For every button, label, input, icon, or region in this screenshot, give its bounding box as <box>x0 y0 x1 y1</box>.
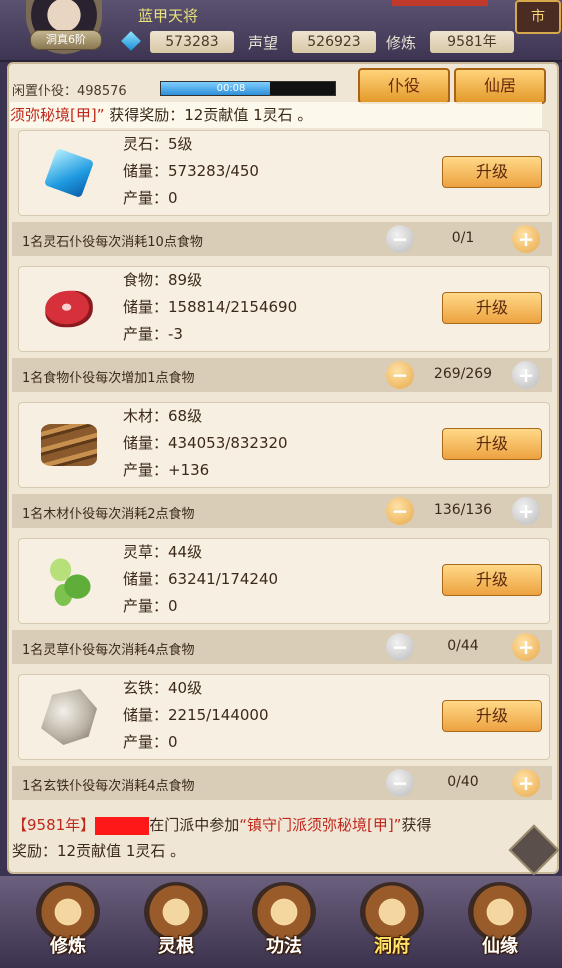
minus-icon[interactable]: − <box>386 225 414 253</box>
herb-icon <box>41 553 97 609</box>
nav-cultivate[interactable]: 修炼 <box>26 882 110 964</box>
realm-badge: 洞真6阶 <box>30 30 102 50</box>
resource-output: 产量：0 <box>123 189 178 207</box>
reward-notice: 须弥秘境[甲]” 获得奖励：12贡献值 1灵石 。 <box>10 102 542 128</box>
nav-label: 功法 <box>266 936 302 957</box>
shop-icon[interactable]: 市 <box>515 0 561 34</box>
redacted-name <box>95 816 150 835</box>
cultivation-label: 修炼 <box>386 34 417 52</box>
nav-technique[interactable]: 功法 <box>242 882 326 964</box>
servant-row-desc: 1名木材仆役每次消耗2点食物 <box>22 507 195 522</box>
nav-label: 灵根 <box>158 936 194 957</box>
resource-storage: 储量：63241/174240 <box>123 570 279 588</box>
upgrade-button[interactable]: 升级 <box>442 292 542 324</box>
log-year: 【9581年】 <box>12 816 96 834</box>
resource-output: 产量：0 <box>123 597 178 615</box>
servant-count: 0/44 <box>447 638 479 654</box>
upgrade-button[interactable]: 升级 <box>442 428 542 460</box>
servant-count: 269/269 <box>433 366 493 382</box>
servant-row-desc: 1名灵石仆役每次消耗10点食物 <box>22 235 203 250</box>
top-red-strip <box>392 0 488 6</box>
nav-cave-dwelling[interactable]: 洞府 <box>350 882 434 964</box>
plus-icon[interactable]: + <box>512 361 540 389</box>
minus-icon[interactable]: − <box>386 361 414 389</box>
log-text3: 奖励：12贡献值 1灵石 。 <box>12 842 186 860</box>
prestige-value: 526923 <box>292 31 376 53</box>
blue-crystal-icon <box>43 147 95 199</box>
resource-storage: 储量：573283/450 <box>123 162 259 180</box>
resource-storage: 储量：2215/144000 <box>123 706 269 724</box>
minus-icon[interactable]: − <box>386 633 414 661</box>
nav-label: 洞府 <box>374 936 410 957</box>
notice-text: 获得奖励：12贡献值 1灵石 。 <box>109 106 313 124</box>
plus-icon[interactable]: + <box>512 225 540 253</box>
log-text1: 在门派中参加 <box>149 816 240 834</box>
idle-timer: 00:08 <box>216 83 246 94</box>
resource-output: 产量：+136 <box>123 461 210 479</box>
resource-level: 玄铁：40级 <box>123 679 203 697</box>
prestige-label: 声望 <box>248 34 279 52</box>
minus-icon[interactable]: − <box>386 497 414 525</box>
log-event: “镇守门派须弥秘境[甲]” <box>239 816 402 834</box>
upgrade-button[interactable]: 升级 <box>442 156 542 188</box>
stones-value: 573283 <box>150 31 234 53</box>
resource-storage: 储量：434053/832320 <box>123 434 288 452</box>
plus-icon[interactable]: + <box>512 769 540 797</box>
servants-button[interactable]: 仆役 <box>358 68 450 104</box>
meat-icon <box>45 290 93 328</box>
iron-ore-icon <box>41 689 97 745</box>
character-name: 蓝甲天将 <box>138 7 199 25</box>
wood-logs-icon <box>41 424 97 466</box>
notice-event: 须弥秘境[甲]” <box>10 106 105 124</box>
upgrade-button[interactable]: 升级 <box>442 564 542 596</box>
nav-label: 修炼 <box>50 936 86 957</box>
servant-count: 136/136 <box>433 502 493 518</box>
idle-servants-label: 闲置仆役：498576 <box>12 84 127 99</box>
idle-progress-bar: 00:08 <box>160 81 336 96</box>
plus-icon[interactable]: + <box>512 633 540 661</box>
residence-button[interactable]: 仙居 <box>454 68 546 104</box>
resource-storage: 储量：158814/2154690 <box>123 298 298 316</box>
plus-icon[interactable]: + <box>512 497 540 525</box>
resource-output: 产量：0 <box>123 733 178 751</box>
nav-label: 仙缘 <box>482 936 518 957</box>
upgrade-button[interactable]: 升级 <box>442 700 542 732</box>
minus-icon[interactable]: − <box>386 769 414 797</box>
resource-level: 食物：89级 <box>123 271 203 289</box>
nav-spirit-root[interactable]: 灵根 <box>134 882 218 964</box>
resource-level: 灵草：44级 <box>123 543 203 561</box>
nav-destiny[interactable]: 仙缘 <box>458 882 542 964</box>
servant-count: 0/1 <box>451 230 475 246</box>
servant-row-desc: 1名玄铁仆役每次消耗4点食物 <box>22 779 195 794</box>
servant-row-desc: 1名食物仆役每次增加1点食物 <box>22 371 195 386</box>
servant-row-desc: 1名灵草仆役每次消耗4点食物 <box>22 643 195 658</box>
log-text2: 获得 <box>401 816 432 834</box>
event-log: 【9581年】 在门派中参加“镇守门派须弥秘境[甲]”获得 奖励：12贡献值 1灵… <box>12 812 552 868</box>
resource-level: 木材：68级 <box>123 407 203 425</box>
servant-count: 0/40 <box>447 774 479 790</box>
cultivation-value: 9581年 <box>430 31 514 53</box>
resource-output: 产量：-3 <box>123 325 183 343</box>
resource-level: 灵石：5级 <box>123 135 193 153</box>
